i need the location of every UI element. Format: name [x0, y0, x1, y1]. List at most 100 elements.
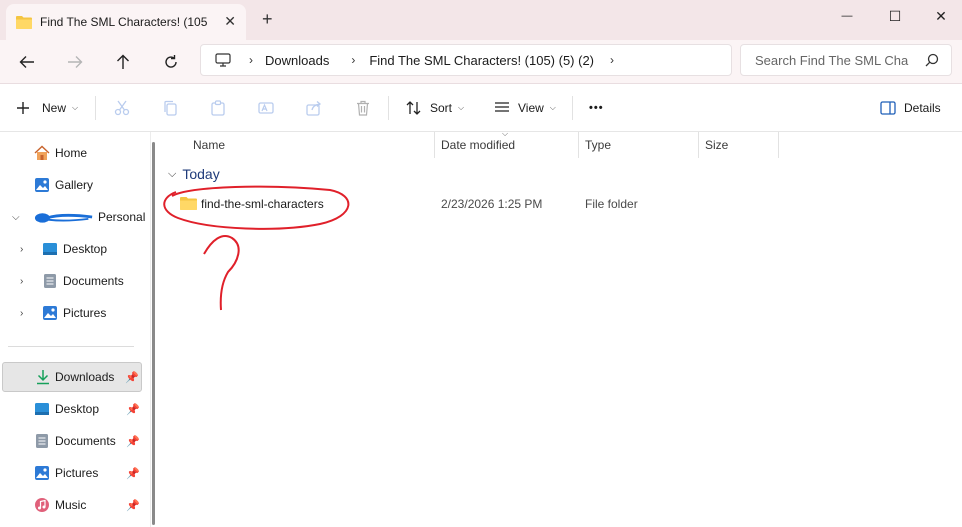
paste-icon — [211, 100, 225, 116]
pin-icon[interactable]: 📌 — [126, 435, 140, 448]
document-icon — [34, 433, 50, 449]
sidebar-item-onedrive-personal[interactable]: ⌵ Personal — [0, 202, 150, 232]
forward-button[interactable] — [64, 51, 86, 73]
minimize-button[interactable]: — — [824, 0, 870, 32]
search-icon — [925, 53, 939, 67]
sidebar-item-home[interactable]: Home — [0, 138, 150, 168]
column-header-type[interactable]: Type — [585, 132, 611, 158]
arrow-left-icon — [19, 56, 34, 68]
pin-icon[interactable]: 📌 — [125, 371, 139, 384]
chevron-right-icon[interactable]: › — [20, 308, 23, 319]
sidebar-item-quick-documents[interactable]: Documents 📌 — [0, 426, 150, 456]
chevron-right-icon[interactable]: › — [20, 244, 23, 255]
sidebar-item-documents[interactable]: › Documents — [0, 266, 150, 296]
scissors-icon — [114, 100, 130, 116]
sidebar-item-label: Music — [55, 498, 87, 512]
pictures-icon — [42, 305, 58, 321]
download-icon — [35, 369, 51, 385]
sidebar-item-desktop[interactable]: › Desktop — [0, 234, 150, 264]
view-button[interactable]: View ⌵ — [494, 97, 556, 119]
maximize-button[interactable]: ☐ — [872, 0, 918, 32]
folder-icon — [16, 15, 32, 29]
sidebar-item-quick-pictures[interactable]: Pictures 📌 — [0, 458, 150, 488]
close-icon: ✕ — [935, 7, 947, 24]
paste-button[interactable] — [210, 97, 226, 119]
chevron-right-icon: › — [249, 53, 253, 67]
chevron-down-icon[interactable]: ⌵ — [12, 212, 20, 223]
folder-icon — [180, 196, 197, 210]
rename-button[interactable] — [258, 97, 274, 119]
sidebar-item-gallery[interactable]: Gallery — [0, 170, 150, 200]
table-row[interactable]: find-the-sml-characters 2/23/2026 1:25 P… — [176, 192, 956, 216]
column-label: Date modified — [441, 138, 516, 152]
column-divider[interactable] — [434, 132, 435, 158]
chevron-down-icon: ⌵ — [549, 103, 556, 112]
new-button[interactable]: New ⌵ — [16, 97, 78, 119]
sidebar-item-quick-desktop[interactable]: Desktop 📌 — [0, 394, 150, 424]
details-label: Details — [904, 101, 941, 115]
cut-button[interactable] — [114, 97, 130, 119]
desktop-icon — [42, 241, 58, 257]
more-icon: ••• — [589, 102, 604, 114]
new-tab-button[interactable]: + — [262, 10, 273, 28]
chevron-down-icon: ⌵ — [72, 103, 79, 112]
breadcrumb-current-folder[interactable]: Find The SML Characters! (105) (5) (2) — [369, 53, 594, 68]
column-header-name[interactable]: Name — [193, 132, 225, 158]
sort-icon — [406, 101, 421, 115]
new-label: New — [42, 101, 67, 115]
sidebar-item-quick-downloads[interactable]: Downloads 📌 — [2, 362, 142, 392]
sidebar-item-label: Gallery — [55, 178, 94, 192]
pin-icon[interactable]: 📌 — [126, 499, 140, 512]
sidebar-item-quick-music[interactable]: Music 📌 — [0, 490, 150, 520]
refresh-button[interactable] — [160, 51, 182, 73]
cloud-icon — [34, 209, 94, 225]
column-divider[interactable] — [698, 132, 699, 158]
address-row: › Downloads › Find The SML Characters! (… — [0, 40, 962, 84]
search-box[interactable]: Search Find The SML Cha — [740, 44, 952, 76]
sort-button[interactable]: Sort ⌵ — [406, 97, 464, 119]
arrow-right-icon — [68, 56, 83, 68]
sidebar-item-label: Pictures — [63, 306, 107, 320]
breadcrumb-downloads[interactable]: Downloads — [265, 53, 329, 68]
column-header-size[interactable]: Size — [705, 132, 728, 158]
column-divider[interactable] — [578, 132, 579, 158]
scrollbar-thumb[interactable] — [152, 142, 155, 525]
gallery-icon — [34, 177, 50, 193]
group-header-today[interactable]: ⌵ Today — [168, 166, 220, 182]
address-bar[interactable]: › Downloads › Find The SML Characters! (… — [200, 44, 732, 76]
file-name[interactable]: find-the-sml-characters — [201, 197, 324, 211]
sidebar-divider — [8, 346, 134, 347]
home-icon — [34, 145, 50, 161]
details-button[interactable]: Details — [880, 97, 941, 119]
view-label: View — [518, 101, 544, 115]
rename-icon — [258, 102, 274, 114]
tab-close-icon[interactable]: ✕ — [224, 13, 236, 30]
pin-icon[interactable]: 📌 — [126, 467, 140, 480]
close-button[interactable]: ✕ — [918, 0, 962, 32]
copy-button[interactable] — [162, 97, 178, 119]
explorer-tab[interactable]: Find The SML Characters! (105 ✕ — [6, 4, 246, 40]
chevron-right-icon[interactable]: › — [610, 53, 614, 67]
sidebar-scrollbar[interactable] — [150, 132, 156, 527]
navigation-pane: Home Gallery ⌵ Personal › Desktop › Docu… — [0, 132, 150, 527]
column-divider[interactable] — [778, 132, 779, 158]
search-input[interactable]: Search Find The SML Cha — [755, 53, 911, 68]
chevron-right-icon: › — [351, 53, 356, 67]
toolbar-divider — [572, 96, 573, 120]
chevron-right-icon[interactable]: › — [20, 276, 23, 287]
toolbar-divider — [95, 96, 96, 120]
up-button[interactable] — [112, 51, 134, 73]
sidebar-item-label: Home — [55, 146, 88, 160]
delete-button[interactable] — [355, 97, 371, 119]
toolbar-divider — [388, 96, 389, 120]
share-button[interactable] — [306, 97, 322, 119]
trash-icon — [357, 100, 369, 116]
chevron-down-icon: ⌵ — [458, 103, 465, 112]
more-options-button[interactable]: ••• — [589, 97, 604, 119]
sidebar-item-label: Pictures — [55, 466, 99, 480]
file-type: File folder — [585, 197, 638, 211]
pin-icon[interactable]: 📌 — [126, 403, 140, 416]
back-button[interactable] — [16, 51, 38, 73]
sidebar-item-pictures[interactable]: › Pictures — [0, 298, 150, 328]
sidebar-item-label: Downloads — [55, 370, 115, 384]
